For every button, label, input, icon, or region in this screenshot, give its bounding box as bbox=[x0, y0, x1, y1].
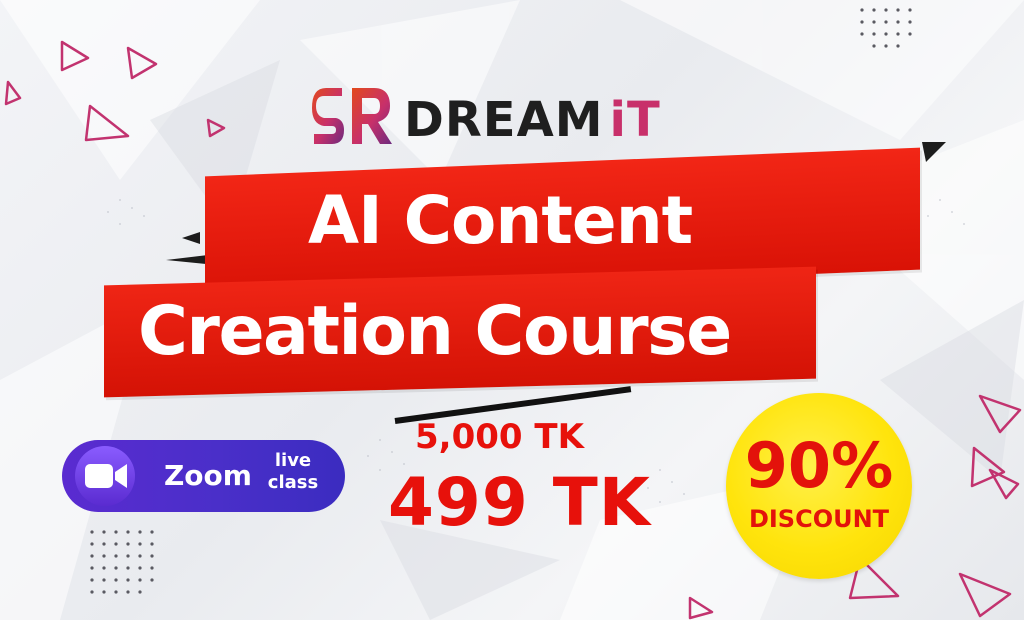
course-title-line-2: Creation Course bbox=[138, 292, 732, 371]
discount-badge: 90% DISCOUNT bbox=[726, 393, 912, 579]
course-title-line-1: AI Content bbox=[308, 182, 693, 259]
old-price: 5,000 TK bbox=[415, 417, 584, 457]
brand-name-accent: iT bbox=[609, 92, 661, 148]
dot-grid-bottom-left bbox=[90, 530, 154, 594]
new-price: 499 TK bbox=[388, 464, 651, 541]
video-camera-icon bbox=[75, 446, 135, 506]
promo-banner: DREAMiT AI Content Creation Course Zoom bbox=[0, 0, 1024, 620]
live-label-line-1: live bbox=[274, 450, 312, 471]
sr-logo-mark-icon bbox=[312, 88, 392, 144]
brand-logo: DREAM iT bbox=[312, 88, 661, 152]
live-label-line-2: class bbox=[267, 472, 319, 493]
zoom-logo bbox=[62, 440, 148, 512]
discount-label: DISCOUNT bbox=[748, 505, 890, 533]
zoom-label: Zoom bbox=[164, 459, 252, 492]
discount-percent: 90% bbox=[744, 429, 894, 502]
brand-name: DREAM iT bbox=[404, 96, 661, 144]
brand-name-main: DREAM bbox=[404, 92, 604, 148]
live-class-label: live class bbox=[262, 450, 324, 494]
